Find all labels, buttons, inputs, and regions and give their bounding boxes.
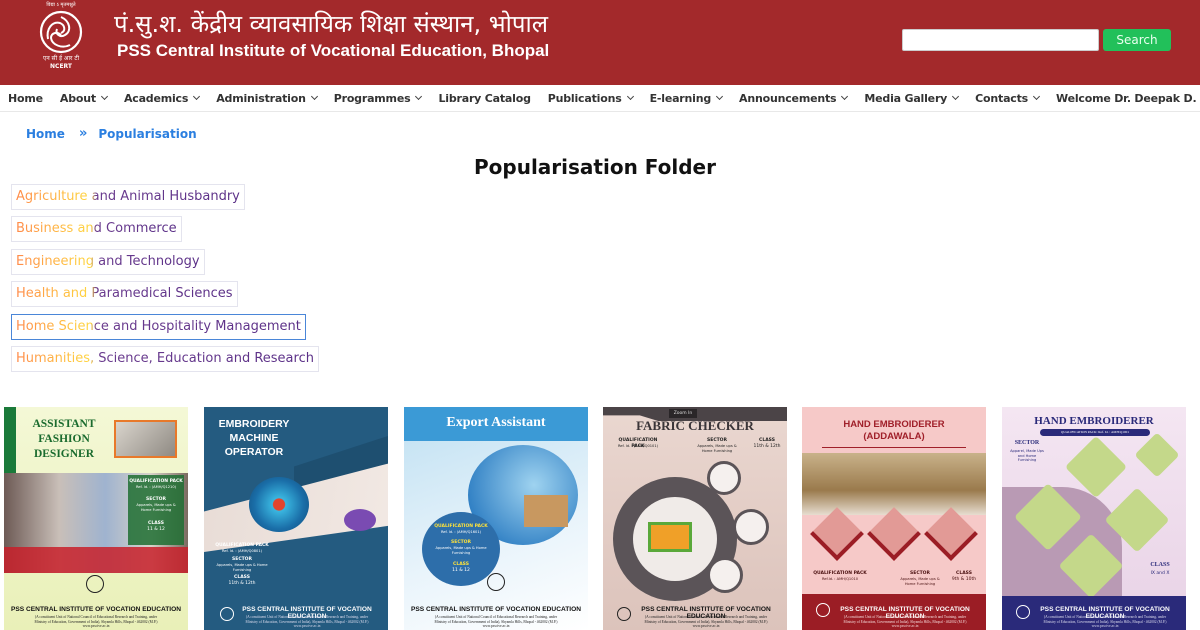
chevron-down-icon [626, 92, 634, 100]
site-title-english: PSS Central Institute of Vocational Educ… [117, 41, 550, 60]
cover-hand-embroiderer-addawala[interactable]: HAND EMBROIDERER (ADDAWALA) QUALIFICATIO… [802, 407, 986, 630]
nav-item-home[interactable]: Home [8, 92, 43, 105]
folder-link-label: Agriculture and Animal Husbandry [16, 189, 240, 204]
nav-item-label: Programmes [333, 91, 411, 105]
site-header: विद्या ऽ मृतमश्नुते एन सी ई आर टी NCERT … [0, 0, 1200, 85]
cover-flower [249, 477, 309, 532]
cover-footer: PSS CENTRAL INSTITUTE OF VOCATION EDUCAT… [11, 606, 181, 628]
nav-item-publications[interactable]: Publications [547, 91, 634, 105]
cover-title: FABRIC CHECKER [636, 418, 754, 433]
logo-name-hindi: एन सी ई आर टी [43, 55, 79, 62]
nav-item-academics[interactable]: Academics [123, 91, 201, 105]
nav-item-label: Publications [547, 91, 622, 105]
folder-row: Health and Paramedical Sciences [11, 281, 319, 313]
nav-item-label: Media Gallery [864, 91, 948, 105]
cover-embroidery-machine-operator[interactable]: EMBROIDERY MACHINE OPERATOR QUALIFICATIO… [204, 407, 388, 630]
ncert-emblem-icon [487, 573, 505, 591]
nav-item-label: Academics [123, 91, 189, 105]
ncert-logo[interactable]: विद्या ऽ मृतमश्नुते एन सी ई आर टी NCERT [30, 2, 92, 82]
page-title: Popularisation Folder [474, 155, 716, 179]
nav-item-contacts[interactable]: Contacts [975, 91, 1041, 105]
cover-inset-photo [114, 420, 177, 458]
double-chevron-right-icon: » [78, 126, 88, 141]
nav-item-administration[interactable]: Administration [216, 91, 318, 105]
chevron-down-icon [310, 92, 318, 100]
cover-info-box: QUALIFICATION PACK Ref. Id. : (AMH/Q1210… [128, 475, 184, 545]
folder-link[interactable]: Humanities, Science, Education and Resea… [11, 345, 319, 372]
publication-covers: ASSISTANT FASHION DESIGNER QUALIFICATION… [4, 407, 1200, 630]
folder-row: Humanities, Science, Education and Resea… [11, 345, 319, 378]
breadcrumb-current[interactable]: Popularisation [98, 127, 196, 141]
nav-item-label: Administration [216, 91, 306, 105]
nav-item-about[interactable]: About [59, 91, 108, 105]
folder-link-label: Health and Paramedical Sciences [16, 286, 233, 302]
folder-link[interactable]: Agriculture and Animal Husbandry [11, 184, 245, 210]
cover-footer: PSS CENTRAL INSTITUTE OF VOCATION EDUCAT… [840, 606, 970, 628]
folder-link-label: Engineering and Technology [16, 253, 200, 269]
cover-embroidery-photo [802, 453, 986, 515]
breadcrumb-home[interactable]: Home [26, 127, 65, 141]
folder-row: Agriculture and Animal Husbandry [11, 184, 319, 216]
cover-hand-embroiderer[interactable]: HAND EMBROIDERER QUALIFICATION PACK: Ref… [1002, 407, 1186, 630]
chevron-down-icon [415, 92, 423, 100]
cover-title: ASSISTANT FASHION DESIGNER [32, 418, 96, 460]
nav-item-library-catalog[interactable]: Library Catalog [438, 91, 531, 105]
cover-fabric [4, 547, 188, 573]
logo-motto: विद्या ऽ मृतमश्नुते [46, 2, 76, 8]
nav-item-announcements[interactable]: Announcements [739, 91, 849, 105]
nav-item-e-learning[interactable]: E-learning [649, 91, 724, 105]
cover-boxes [524, 495, 568, 527]
cover-title: Export Assistant [446, 415, 546, 430]
folder-link[interactable]: Business and Commerce [11, 216, 182, 243]
nav-item-media-gallery[interactable]: Media Gallery [864, 91, 960, 105]
nav-item-label: E-learning [649, 91, 712, 105]
folder-row: Home Science and Hospitality Management [11, 313, 319, 346]
folder-link[interactable]: Home Science and Hospitality Management [11, 313, 306, 340]
cover-footer: PSS CENTRAL INSTITUTE OF VOCATION EDUCAT… [641, 606, 771, 628]
nav-item-label: Welcome Dr. Deepak D. Shudhalwar [1056, 91, 1200, 105]
cover-export-assistant[interactable]: Export Assistant QUALIFICATION PACK Ref.… [404, 407, 588, 630]
zoom-in-badge[interactable]: Zoom In [669, 409, 697, 418]
site-title-hindi: पं.सु.श. केंद्रीय व्यावसायिक शिक्षा संस्… [114, 10, 548, 38]
chevron-down-icon [1032, 92, 1041, 100]
chevron-down-icon [841, 92, 849, 100]
chevron-down-icon [193, 92, 201, 100]
folder-row: Engineering and Technology [11, 248, 319, 281]
folder-row: Business and Commerce [11, 216, 319, 248]
nav-item-label: About [59, 91, 96, 105]
chevron-down-icon [716, 92, 724, 100]
folder-link-label: Business and Commerce [16, 221, 177, 237]
cover-footer: PSS CENTRAL INSTITUTE OF VOCATION EDUCAT… [411, 606, 581, 628]
cover-info-circle: QUALIFICATION PACK Ref. Id. : (AMH/Q1601… [422, 512, 500, 586]
nav-item-programmes[interactable]: Programmes [333, 91, 423, 105]
folder-link[interactable]: Health and Paramedical Sciences [11, 281, 238, 308]
nav-item-label: Announcements [739, 91, 837, 105]
cover-loom [648, 522, 692, 552]
cover-title: EMBROIDERY MACHINE OPERATOR [218, 418, 290, 458]
logo-name-english: NCERT [50, 63, 72, 70]
cover-footer: PSS CENTRAL INSTITUTE OF VOCATION EDUCAT… [1040, 606, 1170, 628]
cover-title: HAND EMBROIDERER (ADDAWALA) [843, 419, 945, 442]
chevron-down-icon [952, 92, 960, 100]
main-nav: Home About Academics Administration Programm… [0, 85, 1200, 112]
chevron-down-icon [100, 92, 108, 100]
search-button[interactable]: Search [1103, 29, 1171, 51]
breadcrumb: Home » Popularisation [26, 126, 197, 141]
cover-assistant-fashion-designer[interactable]: ASSISTANT FASHION DESIGNER QUALIFICATION… [4, 407, 188, 630]
cover-title: HAND EMBROIDERER [1034, 415, 1154, 427]
folder-link-label: Humanities, Science, Education and Resea… [16, 350, 314, 366]
nav-item-label: Contacts [975, 91, 1029, 105]
cover-fabric-checker[interactable]: Zoom In FABRIC CHECKER QUALIFICATION PAC… [603, 407, 787, 630]
search-input[interactable] [902, 29, 1099, 51]
cover-footer: PSS CENTRAL INSTITUTE OF VOCATION EDUCAT… [242, 606, 372, 628]
folder-list: Agriculture and Animal Husbandry Business… [11, 184, 319, 378]
folder-link-label: Home Science and Hospitality Management [16, 318, 301, 334]
ncert-emblem-icon [39, 10, 83, 54]
nav-item-label: Library Catalog [438, 91, 531, 105]
nav-item-label: Home [8, 91, 43, 105]
folder-link[interactable]: Engineering and Technology [11, 248, 205, 275]
ncert-emblem-icon [86, 575, 104, 593]
nav-item-welcome-dr-deepak-d-shudhalwar[interactable]: Welcome Dr. Deepak D. Shudhalwar [1056, 92, 1200, 105]
